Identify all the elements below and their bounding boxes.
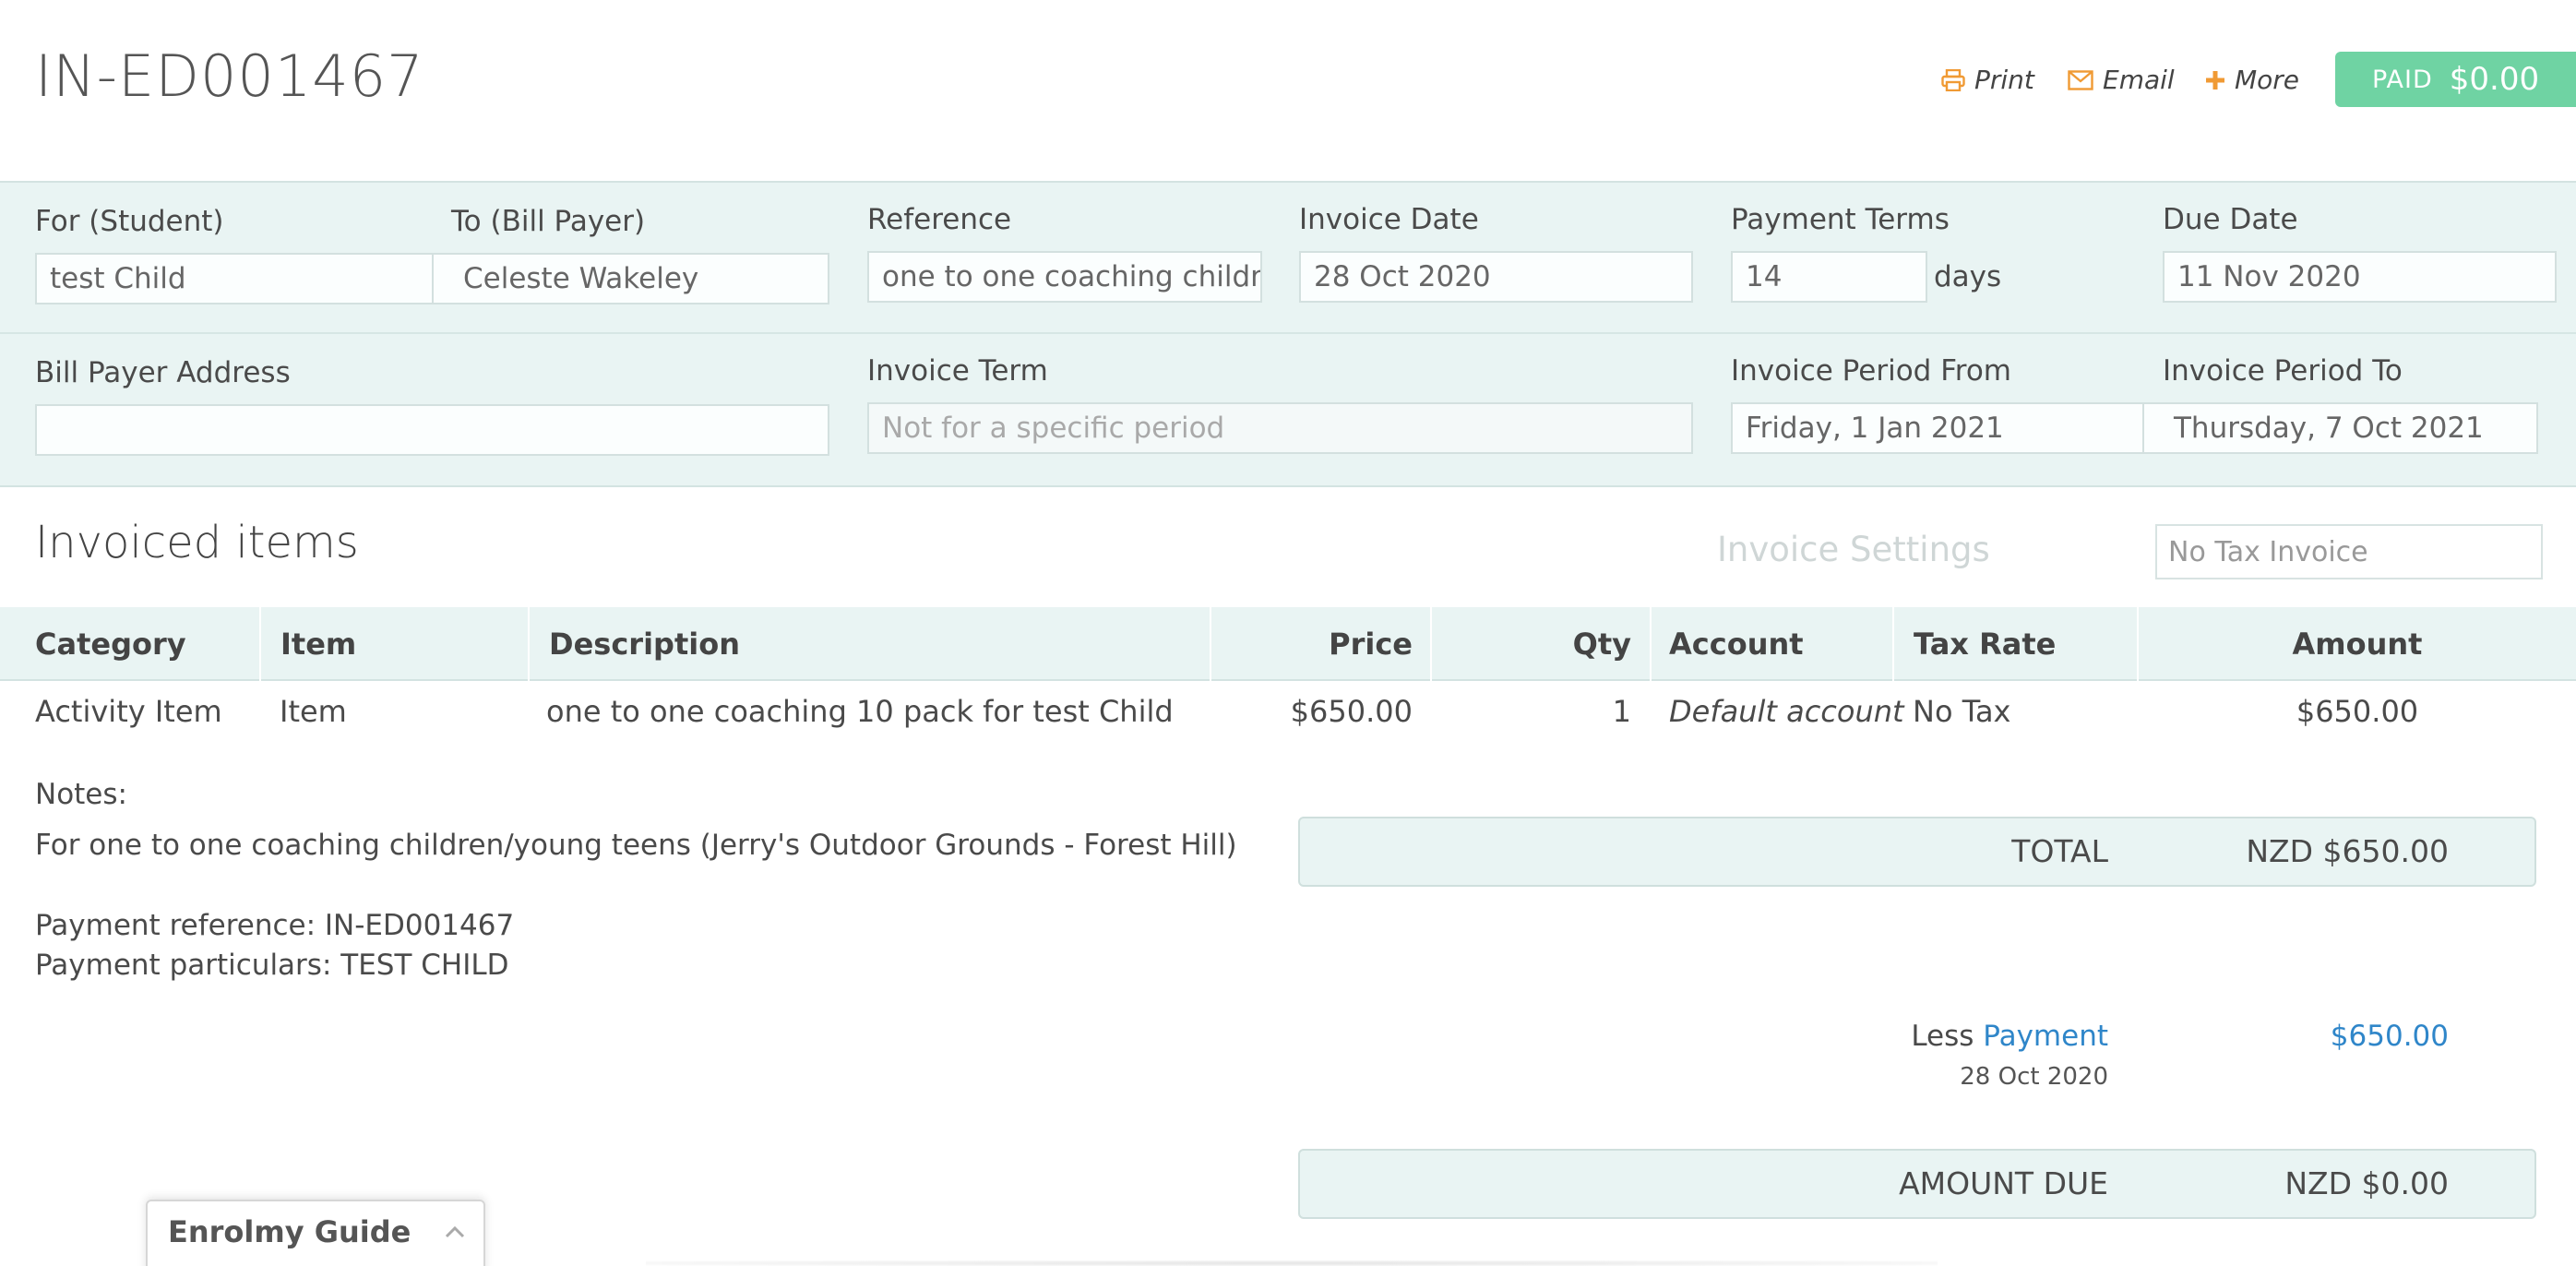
col-account: Account <box>1669 627 1804 662</box>
invoice-date-label: Invoice Date <box>1299 203 1479 236</box>
bill-payer-address-label: Bill Payer Address <box>35 356 291 389</box>
col-price: Price <box>1329 627 1413 662</box>
col-separator <box>259 607 261 681</box>
bottom-shadow <box>646 1260 1938 1266</box>
less-label: Less <box>1911 1020 1974 1053</box>
payment-reference-note: Payment reference: IN-ED001467 <box>35 909 515 942</box>
payment-terms-input[interactable]: 14 <box>1731 251 1927 303</box>
due-date-input[interactable]: 11 Nov 2020 <box>2163 251 2557 303</box>
period-to-input[interactable]: Thursday, 7 Oct 2021 <box>2142 402 2538 454</box>
less-payment-line: Less Payment <box>1753 1020 2108 1053</box>
bill-payer-input[interactable]: Celeste Wakeley <box>432 253 829 305</box>
invoice-term-select[interactable]: Not for a specific period <box>867 402 1693 454</box>
row-tax-rate: No Tax <box>1913 694 2011 729</box>
col-separator <box>1892 607 1894 681</box>
row-item: Item <box>280 694 347 729</box>
guide-label: Enrolmy Guide <box>168 1214 411 1249</box>
bill-payer-address-input[interactable] <box>35 404 829 456</box>
invoiced-items-title: Invoiced items <box>35 517 359 568</box>
total-label: TOTAL <box>2011 833 2108 869</box>
col-category: Category <box>35 627 186 662</box>
email-label: Email <box>2103 65 2175 95</box>
payment-terms-suffix: days <box>1934 260 2002 293</box>
invoice-date-input[interactable]: 28 Oct 2020 <box>1299 251 1693 303</box>
period-from-input[interactable]: Friday, 1 Jan 2021 <box>1731 402 2144 454</box>
invoice-number: IN-ED001467 <box>35 42 424 110</box>
chevron-up-icon <box>445 1225 465 1238</box>
col-tax-rate: Tax Rate <box>1914 627 2057 662</box>
items-table-header: Category Item Description Price Qty Acco… <box>0 607 2576 681</box>
tax-mode-select[interactable]: No Tax Invoice <box>2155 524 2543 579</box>
payment-value[interactable]: $650.00 <box>2122 1020 2449 1053</box>
paid-status-badge: PAID $0.00 <box>2335 52 2576 107</box>
col-item: Item <box>280 627 357 662</box>
email-button[interactable]: Email <box>2068 65 2175 95</box>
form-divider <box>0 332 2576 334</box>
student-label: For (Student) <box>35 205 224 238</box>
paid-status-amount: $0.00 <box>2449 61 2540 98</box>
row-price: $650.00 <box>1290 694 1413 729</box>
col-description: Description <box>549 627 740 662</box>
total-value: NZD $650.00 <box>2246 833 2449 869</box>
payment-particulars-note: Payment particulars: TEST CHILD <box>35 949 509 982</box>
row-account: Default account <box>1669 694 1904 729</box>
row-qty: 1 <box>1612 694 1631 729</box>
more-label: More <box>2235 65 2300 95</box>
row-description: one to one coaching 10 pack for test Chi… <box>546 694 1174 729</box>
row-amount: $650.00 <box>2296 694 2419 729</box>
plus-icon <box>2205 70 2225 90</box>
more-button[interactable]: More <box>2205 65 2299 95</box>
amount-due-value: NZD $0.00 <box>2284 1165 2449 1201</box>
col-qty: Qty <box>1572 627 1631 662</box>
bill-payer-label: To (Bill Payer) <box>451 205 646 238</box>
print-label: Print <box>1974 65 2034 95</box>
period-from-label: Invoice Period From <box>1731 354 2012 388</box>
payment-date: 28 Oct 2020 <box>1960 1063 2108 1091</box>
invoice-term-label: Invoice Term <box>867 354 1048 388</box>
print-button[interactable]: Print <box>1941 65 2034 95</box>
payment-link[interactable]: Payment <box>1983 1020 2108 1053</box>
paid-status-label: PAID <box>2372 65 2433 94</box>
reference-input[interactable]: one to one coaching children/young teens… <box>867 251 1262 303</box>
envelope-icon <box>2068 69 2093 90</box>
invoice-settings-link[interactable]: Invoice Settings <box>1717 530 1990 569</box>
col-separator <box>528 607 530 681</box>
student-input[interactable]: test Child <box>35 253 434 305</box>
printer-icon <box>1941 68 1965 91</box>
due-date-label: Due Date <box>2163 203 2298 236</box>
row-category: Activity Item <box>35 694 222 729</box>
notes-heading: Notes: <box>35 778 127 811</box>
payment-terms-label: Payment Terms <box>1731 203 1950 236</box>
enrolmy-guide-widget[interactable]: Enrolmy Guide <box>146 1200 485 1266</box>
amount-due-label: AMOUNT DUE <box>1899 1165 2108 1201</box>
reference-label: Reference <box>867 203 1012 236</box>
col-separator <box>1650 607 1652 681</box>
period-to-label: Invoice Period To <box>2163 354 2403 388</box>
notes-line: For one to one coaching children/young t… <box>35 829 1237 862</box>
col-amount: Amount <box>2292 627 2423 662</box>
